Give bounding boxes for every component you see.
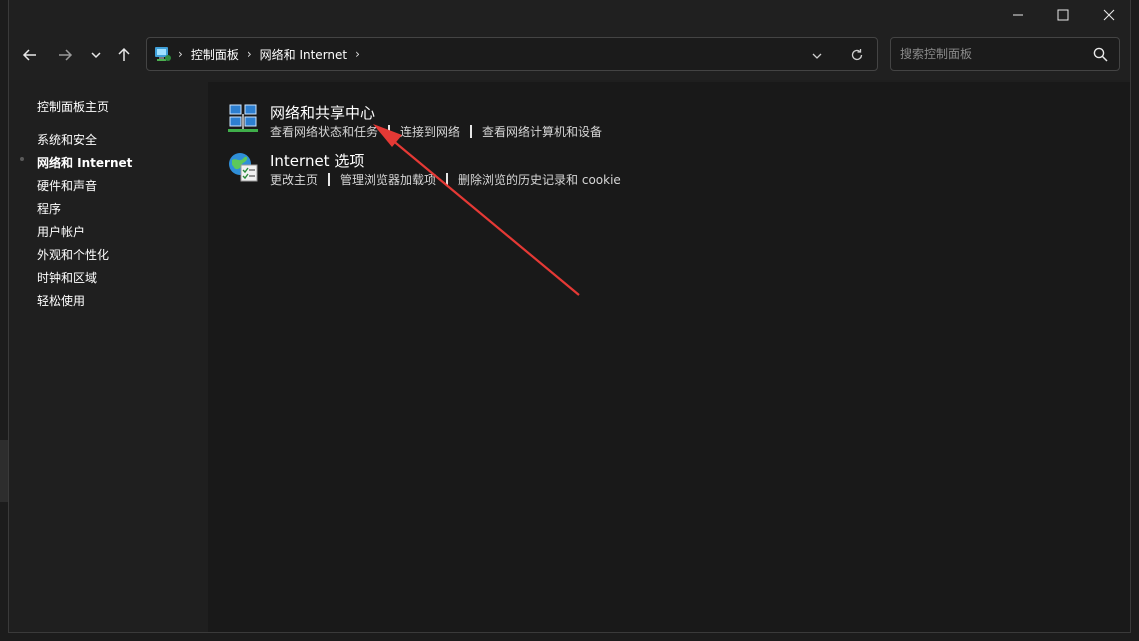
link-delete-history[interactable]: 删除浏览的历史记录和 cookie — [458, 171, 621, 188]
link-divider — [470, 125, 473, 138]
breadcrumb-separator[interactable]: › — [247, 47, 252, 61]
sidebar-item-home[interactable]: 控制面板主页 — [37, 98, 109, 115]
chevron-down-icon — [91, 52, 101, 59]
sidebar-item-appearance[interactable]: 外观和个性化 — [37, 246, 109, 263]
close-icon — [1103, 9, 1115, 21]
breadcrumb-separator[interactable]: › — [355, 47, 360, 61]
breadcrumb-separator[interactable]: › — [178, 47, 183, 61]
search-input[interactable] — [891, 38, 1086, 70]
search-icon — [1093, 47, 1108, 62]
active-indicator — [20, 157, 24, 161]
arrow-right-icon — [59, 49, 73, 61]
sidebar-item-ease-of-access[interactable]: 轻松使用 — [37, 292, 85, 309]
sidebar: 控制面板主页 系统和安全 网络和 Internet 硬件和声音 程序 用户帐户 … — [9, 82, 208, 632]
navigation-bar: › 控制面板 › 网络和 Internet › — [9, 32, 1130, 80]
sidebar-item-programs[interactable]: 程序 — [37, 200, 61, 217]
internet-options-icon[interactable] — [226, 150, 260, 184]
breadcrumb-control-panel[interactable]: 控制面板 — [191, 46, 239, 63]
forward-button[interactable] — [52, 42, 78, 68]
chevron-down-icon — [812, 53, 822, 59]
link-divider — [388, 125, 391, 138]
sidebar-item-hardware-sound[interactable]: 硬件和声音 — [37, 177, 97, 194]
address-history-dropdown[interactable] — [811, 47, 823, 66]
recent-locations-button[interactable] — [83, 42, 109, 68]
breadcrumb-network-internet[interactable]: 网络和 Internet — [260, 46, 347, 63]
arrow-up-icon — [118, 47, 130, 61]
refresh-button[interactable] — [850, 47, 864, 66]
control-panel-icon — [154, 45, 172, 63]
category-title-internet-options[interactable]: Internet 选项 — [270, 150, 364, 171]
maximize-button[interactable] — [1040, 0, 1086, 30]
maximize-icon — [1057, 9, 1069, 21]
close-button[interactable] — [1086, 0, 1130, 30]
back-button[interactable] — [17, 42, 43, 68]
network-sharing-center-icon[interactable] — [226, 102, 260, 136]
sidebar-item-system-security[interactable]: 系统和安全 — [37, 131, 97, 148]
arrow-left-icon — [22, 49, 36, 61]
link-view-network-computers[interactable]: 查看网络计算机和设备 — [482, 123, 602, 140]
link-divider — [446, 173, 449, 186]
sidebar-item-user-accounts[interactable]: 用户帐户 — [37, 223, 85, 240]
link-divider — [328, 173, 331, 186]
up-button[interactable] — [111, 42, 137, 68]
sidebar-item-network-internet[interactable]: 网络和 Internet — [37, 154, 132, 171]
control-panel-window: › 控制面板 › 网络和 Internet › 控制面板主页 系统和安全 网络和… — [8, 0, 1131, 633]
minimize-icon — [1013, 14, 1023, 16]
search-box[interactable] — [890, 37, 1120, 71]
category-links-network-sharing: 查看网络状态和任务 连接到网络 查看网络计算机和设备 — [270, 123, 602, 140]
search-button[interactable] — [1093, 47, 1108, 66]
title-bar — [9, 0, 1130, 32]
link-manage-addons[interactable]: 管理浏览器加载项 — [340, 171, 436, 188]
category-title-network-sharing[interactable]: 网络和共享中心 — [270, 102, 375, 123]
address-bar[interactable]: › 控制面板 › 网络和 Internet › — [146, 37, 878, 71]
main-content: 网络和共享中心 查看网络状态和任务 连接到网络 查看网络计算机和设备 Inter… — [208, 82, 1130, 632]
background-window-edge — [0, 440, 8, 502]
link-change-homepage[interactable]: 更改主页 — [270, 171, 318, 188]
minimize-button[interactable] — [995, 0, 1041, 30]
link-connect-to-network[interactable]: 连接到网络 — [400, 123, 460, 140]
link-view-network-status[interactable]: 查看网络状态和任务 — [270, 123, 378, 140]
refresh-icon — [851, 49, 863, 61]
sidebar-item-clock-region[interactable]: 时钟和区域 — [37, 269, 97, 286]
category-links-internet-options: 更改主页 管理浏览器加载项 删除浏览的历史记录和 cookie — [270, 171, 621, 188]
